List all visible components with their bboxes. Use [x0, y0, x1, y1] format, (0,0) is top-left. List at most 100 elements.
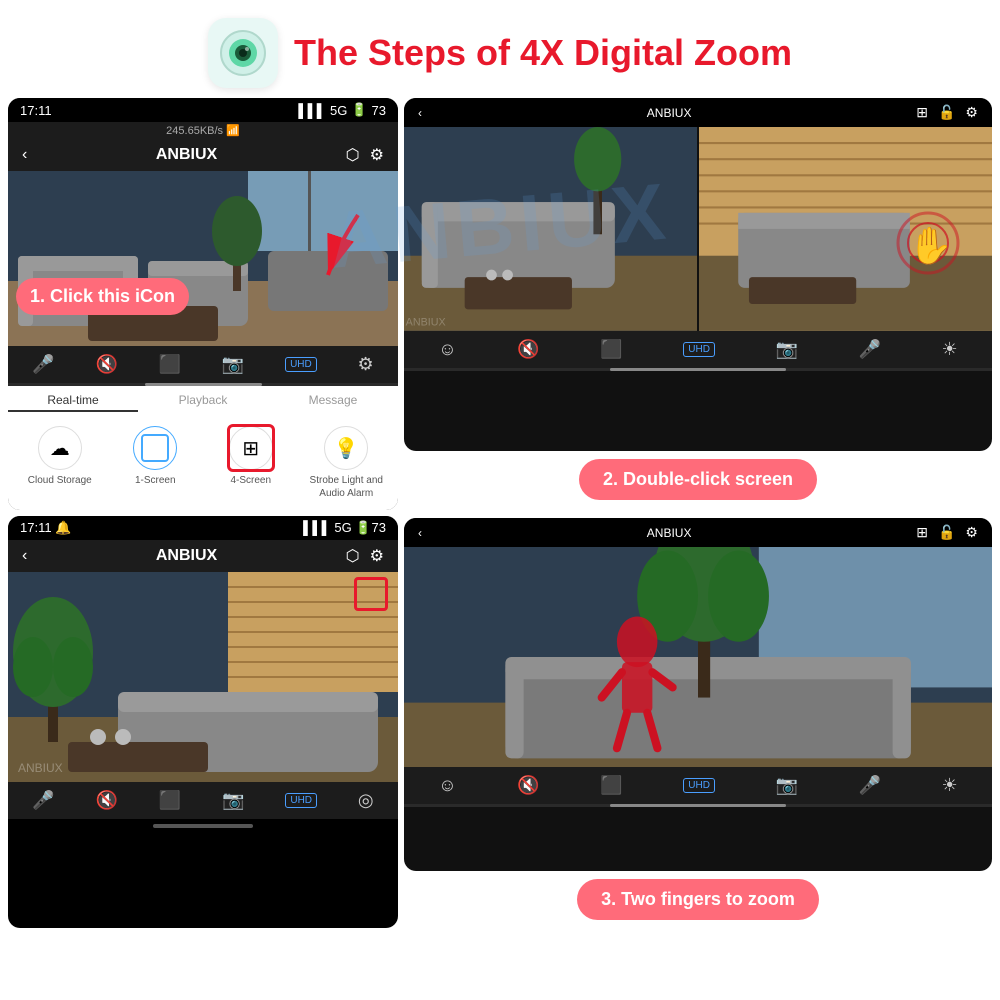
strobe-light-item[interactable]: 💡 Strobe Light and Audio Alarm — [303, 426, 391, 500]
rec-icon-3[interactable]: ⬛ — [600, 775, 622, 796]
settings-icon-4[interactable]: ⚙ — [965, 524, 978, 541]
cloud-storage-item[interactable]: ☁ Cloud Storage — [16, 426, 104, 500]
status-time-2: 17:11 🔔 — [20, 520, 71, 536]
settings-icon-3[interactable]: ⚙ — [965, 104, 978, 121]
nav-bar: ‹ ANBIUX ⬡ ⚙ — [8, 139, 398, 171]
one-screen-icon — [133, 426, 177, 470]
share-icon-2[interactable]: ⬡ — [346, 546, 360, 566]
step3-label-container: 3. Two fingers to zoom — [404, 871, 992, 928]
step2-section: ‹ ANBIUX ⊞ 🔓 ⚙ — [404, 98, 992, 508]
back-icon-step2[interactable]: ‹ — [418, 106, 422, 120]
header: The Steps of 4X Digital Zoom — [0, 0, 1000, 98]
record-icon[interactable]: ⬛ — [159, 354, 181, 375]
svg-text:ANBIUX: ANBIUX — [406, 316, 446, 328]
vol-icon[interactable]: 🔇 — [517, 339, 539, 360]
one-screen-label: 1-Screen — [135, 474, 176, 487]
mic-icon-4[interactable]: 🎤 — [859, 775, 881, 796]
step2-label-container: 2. Double-click screen — [404, 451, 992, 508]
cam-icon-3[interactable]: 📷 — [776, 775, 798, 796]
one-screen-item[interactable]: 1-Screen — [112, 426, 200, 500]
controls-bar-1: 🎤 🔇 ⬛ 📷 UHD ⚙ — [8, 346, 398, 383]
mic-icon-2[interactable]: 🎤 — [32, 790, 54, 811]
step3-label: 3. Two fingers to zoom — [577, 879, 819, 920]
double-view: ANBIUX — [404, 127, 992, 331]
tab-playback[interactable]: Playback — [138, 390, 268, 412]
settings-icon[interactable]: ⚙ — [370, 145, 384, 165]
circle-icon[interactable]: ◎ — [358, 790, 374, 811]
battery-level: 73 — [372, 103, 386, 118]
step2-label: 2. Double-click screen — [579, 459, 817, 500]
step3-title: ANBIUX — [647, 526, 692, 540]
strobe-light-icon: 💡 — [324, 426, 368, 470]
phone-screenshot-2: 17:11 🔔 ▌▌▌ 5G 🔋73 ‹ ANBIUX ⬡ ⚙ — [8, 516, 398, 928]
step3-panel: ‹ ANBIUX ⊞ 🔓 ⚙ — [404, 518, 992, 871]
page-title: The Steps of 4X Digital Zoom — [294, 32, 792, 74]
back-icon-2[interactable]: ‹ — [22, 547, 27, 565]
step1-label: 1. Click this iCon — [16, 278, 189, 315]
features-grid: ☁ Cloud Storage 1-Screen ⊞ 4-Screen — [8, 416, 398, 510]
camera-icon[interactable]: 📷 — [222, 354, 244, 375]
lock-icon[interactable]: 🔓 — [938, 104, 955, 121]
bright-icon[interactable]: ☀ — [942, 339, 958, 360]
camera-view-2: ANBIUX — [8, 572, 398, 782]
share-icon[interactable]: ⬡ — [346, 145, 360, 165]
cloud-storage-label: Cloud Storage — [28, 474, 92, 487]
uhd-badge-step2: UHD — [683, 342, 715, 357]
tab-message[interactable]: Message — [268, 390, 398, 412]
main-content: 17:11 ▌▌▌ 5G 🔋 73 245.65KB/s 📶 ‹ ANBIUX … — [0, 98, 1000, 928]
status-bar: 17:11 ▌▌▌ 5G 🔋 73 — [8, 98, 398, 122]
face-icon[interactable]: ☺ — [438, 339, 456, 360]
back-icon-step3[interactable]: ‹ — [418, 526, 422, 540]
nav-title: ANBIUX — [156, 146, 217, 164]
face-icon-3[interactable]: ☺ — [438, 775, 456, 796]
camera-icon-2[interactable]: 📷 — [222, 790, 244, 811]
nav-bar-2: ‹ ANBIUX ⬡ ⚙ — [8, 540, 398, 572]
nav-title-2: ANBIUX — [156, 547, 217, 565]
controls-step2: ☺ 🔇 ⬛ UHD 📷 🎤 ☀ — [404, 331, 992, 368]
controls-bar-2: 🎤 🔇 ⬛ 📷 UHD ◎ — [8, 782, 398, 819]
mic-icon-3[interactable]: 🎤 — [859, 339, 881, 360]
view-left: ANBIUX — [404, 127, 697, 331]
settings-icon-2[interactable]: ⚙ — [370, 546, 384, 566]
status-time: 17:11 — [20, 103, 52, 118]
uhd-badge-step3: UHD — [683, 778, 715, 793]
bright-icon-3[interactable]: ☀ — [942, 775, 958, 796]
four-screen-item[interactable]: ⊞ 4-Screen — [207, 426, 295, 500]
uhd-badge-2: UHD — [285, 793, 317, 808]
app-icon — [208, 18, 278, 88]
svg-text:ANBIUX: ANBIUX — [18, 761, 63, 775]
rec-icon[interactable]: ⬛ — [600, 339, 622, 360]
tab-realtime[interactable]: Real-time — [8, 390, 138, 412]
speed-indicator: 245.65KB/s 📶 — [8, 122, 398, 139]
step2-panel-header: ‹ ANBIUX ⊞ 🔓 ⚙ — [404, 98, 992, 127]
strobe-light-label: Strobe Light and Audio Alarm — [303, 474, 391, 500]
volume-icon[interactable]: 🔇 — [96, 354, 118, 375]
mic-icon[interactable]: 🎤 — [32, 354, 54, 375]
step2-title: ANBIUX — [647, 106, 692, 120]
volume-icon-2[interactable]: 🔇 — [96, 790, 118, 811]
svg-text:✋: ✋ — [908, 225, 953, 266]
lock-icon-3[interactable]: 🔓 — [938, 524, 955, 541]
grid-icon[interactable]: ⊞ — [916, 104, 928, 121]
right-column: ‹ ANBIUX ⊞ 🔓 ⚙ — [404, 98, 992, 928]
cloud-storage-icon: ☁ — [38, 426, 82, 470]
signal-icon: ▌▌▌ — [298, 103, 326, 118]
phone-screenshot-1: 17:11 ▌▌▌ 5G 🔋 73 245.65KB/s 📶 ‹ ANBIUX … — [8, 98, 398, 510]
vol-icon-3[interactable]: 🔇 — [517, 775, 539, 796]
back-icon[interactable]: ‹ — [22, 146, 27, 164]
network-type: 5G — [330, 103, 347, 118]
four-screen-icon: ⊞ — [229, 426, 273, 470]
status-bar-2: 17:11 🔔 ▌▌▌ 5G 🔋73 — [8, 516, 398, 540]
grid-icon-3[interactable]: ⊞ — [916, 524, 928, 541]
battery-icon: 🔋 — [351, 102, 367, 118]
step2-panel: ‹ ANBIUX ⊞ 🔓 ⚙ — [404, 98, 992, 451]
controls-step3: ☺ 🔇 ⬛ UHD 📷 🎤 ☀ — [404, 767, 992, 804]
settings-2-icon[interactable]: ⚙ — [357, 354, 373, 375]
step3-panel-header: ‹ ANBIUX ⊞ 🔓 ⚙ — [404, 518, 992, 547]
record-icon-2[interactable]: ⬛ — [159, 790, 181, 811]
view-right: ✋ — [699, 127, 992, 331]
uhd-badge: UHD — [285, 357, 317, 372]
cam-icon[interactable]: 📷 — [776, 339, 798, 360]
step3-section: ‹ ANBIUX ⊞ 🔓 ⚙ — [404, 518, 992, 928]
zoomed-camera-view — [404, 547, 992, 767]
